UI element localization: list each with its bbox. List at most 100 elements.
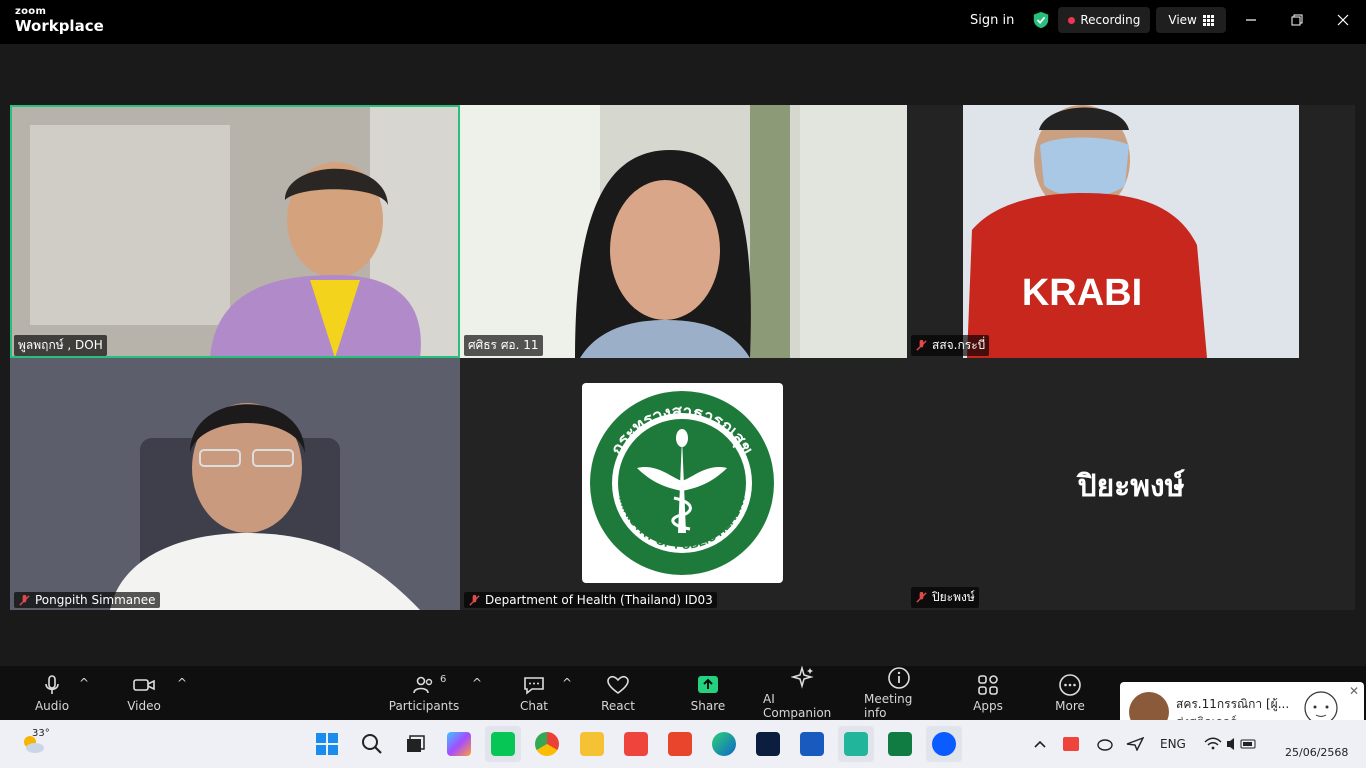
moph-logo: กระทรวงสาธารณสุข MINISTRY OF PUBLIC HEAL… xyxy=(582,383,783,583)
windows-logo-icon xyxy=(316,733,338,755)
tray-cloud-icon[interactable] xyxy=(1096,720,1114,768)
participant-name: สสจ.กระบี่ xyxy=(932,338,986,352)
participant-video: KRABI xyxy=(963,105,1299,358)
task-view-button[interactable] xyxy=(397,726,433,762)
cloud-icon xyxy=(1097,739,1113,751)
tray-app-icon[interactable] xyxy=(1063,720,1079,768)
date-text: 25/06/2568 xyxy=(1285,745,1349,759)
video-tile-5[interactable]: กระทรวงสาธารณสุข MINISTRY OF PUBLIC HEAL… xyxy=(460,358,907,610)
minimize-button[interactable] xyxy=(1228,0,1274,40)
view-label: View xyxy=(1168,13,1197,27)
anydesk-tray-icon xyxy=(1063,737,1079,751)
word-icon xyxy=(800,732,824,756)
mic-muted-icon xyxy=(916,591,927,603)
shirt-text: KRABI xyxy=(1022,272,1142,314)
camera-icon xyxy=(133,679,155,691)
excel-taskbar-app[interactable] xyxy=(882,726,918,762)
edge-taskbar-app[interactable] xyxy=(706,726,742,762)
copilot-taskbar-app[interactable] xyxy=(441,726,477,762)
slides-taskbar-app[interactable] xyxy=(662,726,698,762)
audio-button[interactable]: Audio xyxy=(30,666,74,720)
task-view-icon xyxy=(407,735,425,752)
participants-button[interactable]: Participants xyxy=(389,666,459,720)
shield-check-icon[interactable] xyxy=(1032,11,1050,29)
anydesk-icon xyxy=(624,732,648,756)
mic-muted-icon xyxy=(916,339,927,351)
video-options-chevron-icon[interactable]: ^ xyxy=(177,676,187,690)
show-hidden-icons-button[interactable] xyxy=(1033,720,1047,768)
video-tile-3[interactable]: KRABI สสจ.กระบี่ xyxy=(907,105,1355,358)
chat-label: Chat xyxy=(519,699,549,713)
share-button[interactable]: Share xyxy=(686,666,730,720)
word-taskbar-app[interactable] xyxy=(794,726,830,762)
chat-options-chevron-icon[interactable]: ^ xyxy=(562,676,572,690)
participant-name: ศศิธร ศอ. 11 xyxy=(468,338,539,352)
k-app-icon xyxy=(844,732,868,756)
anydesk-taskbar-app[interactable] xyxy=(618,726,654,762)
video-tile-2[interactable]: ศศิธร ศอ. 11 xyxy=(460,105,907,358)
tray-network-icon[interactable] xyxy=(1126,720,1144,768)
sign-in-button[interactable]: Sign in xyxy=(960,13,1024,28)
edge-icon xyxy=(712,732,736,756)
video-tile-1[interactable]: พูลพฤกษ์ , DOH xyxy=(10,105,460,358)
close-notification-icon[interactable]: ✕ xyxy=(1349,684,1359,698)
video-button[interactable]: Video xyxy=(122,666,166,720)
folder-icon xyxy=(580,732,604,756)
participant-video xyxy=(10,358,460,610)
send-icon xyxy=(1126,737,1144,751)
meeting-app-icon xyxy=(756,732,780,756)
more-icon xyxy=(1059,674,1081,696)
view-button[interactable]: View xyxy=(1156,7,1226,33)
brand-small: zoom xyxy=(15,6,47,17)
line-app-icon xyxy=(491,732,515,756)
info-icon xyxy=(888,667,910,689)
audio-label: Audio xyxy=(34,699,70,713)
react-label: React xyxy=(601,699,635,713)
video-tile-6[interactable]: ปิยะพงษ์ ปิยะพงษ์ xyxy=(907,358,1355,610)
language-label: ENG xyxy=(1160,737,1186,751)
video-tile-4[interactable]: Pongpith Simmanee xyxy=(10,358,460,610)
more-label: More xyxy=(1055,699,1085,713)
title-bar: zoom Workplace Sign in Recording View xyxy=(0,0,1366,44)
participant-name: ปิยะพงษ์ xyxy=(932,590,975,604)
react-button[interactable]: React xyxy=(596,666,640,720)
start-button[interactable] xyxy=(309,726,345,762)
zoom-app-icon xyxy=(932,732,956,756)
search-taskbar-button[interactable] xyxy=(354,726,390,762)
participant-video xyxy=(10,105,460,358)
share-screen-icon xyxy=(698,676,718,693)
k-app-taskbar-app[interactable] xyxy=(838,726,874,762)
weather-widget[interactable]: 33° xyxy=(20,720,50,768)
chrome-taskbar-app[interactable] xyxy=(529,726,565,762)
apps-button[interactable]: Apps xyxy=(966,666,1010,720)
close-button[interactable] xyxy=(1320,0,1366,40)
chat-button[interactable]: Chat xyxy=(512,666,556,720)
close-icon xyxy=(1337,14,1349,26)
sparkle-icon xyxy=(791,666,814,689)
search-icon xyxy=(362,734,382,754)
participant-name: Department of Health (Thailand) ID03 xyxy=(485,593,713,607)
more-button[interactable]: More xyxy=(1048,666,1092,720)
zoom-taskbar-app[interactable] xyxy=(926,726,962,762)
webex-taskbar-app[interactable] xyxy=(750,726,786,762)
wifi-volume-battery-icon xyxy=(1204,737,1256,750)
brand-large: Workplace xyxy=(15,17,104,35)
clock-date[interactable]: 25/06/2568 xyxy=(1285,740,1348,764)
restore-button[interactable] xyxy=(1274,0,1320,40)
line-taskbar-app[interactable] xyxy=(485,726,521,762)
ai-companion-button[interactable]: AI Companion xyxy=(763,666,843,720)
recording-label: Recording xyxy=(1080,13,1141,27)
notification-title: สคร.11กรรณิกา [ผู้... xyxy=(1176,697,1290,711)
participants-options-chevron-icon[interactable]: ^ xyxy=(472,676,482,690)
chrome-icon xyxy=(535,732,559,756)
chat-bubble-icon xyxy=(524,677,544,695)
participant-name: พูลพฤกษ์ , DOH xyxy=(18,338,103,352)
audio-options-chevron-icon[interactable]: ^ xyxy=(79,676,89,690)
quick-settings[interactable] xyxy=(1203,720,1259,768)
mic-muted-icon xyxy=(469,594,480,606)
language-indicator[interactable]: ENG xyxy=(1160,720,1186,768)
file-explorer-taskbar-app[interactable] xyxy=(574,726,610,762)
meeting-info-button[interactable]: Meeting info xyxy=(864,666,934,720)
recording-indicator[interactable]: Recording xyxy=(1058,7,1151,33)
restore-icon xyxy=(1291,14,1303,26)
